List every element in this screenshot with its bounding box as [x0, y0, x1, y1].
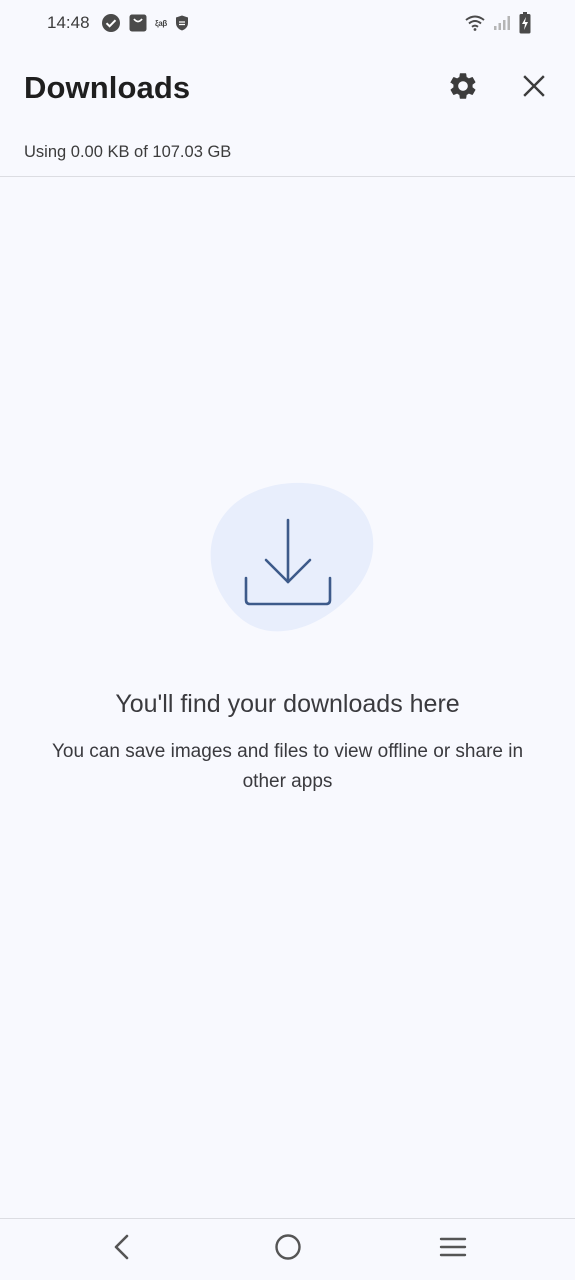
battery-charging-icon — [519, 12, 531, 34]
status-time: 14:48 — [47, 13, 90, 32]
empty-state-subtitle: You can save images and files to view of… — [51, 741, 524, 792]
page-title: Downloads — [24, 70, 191, 105]
recents-icon — [439, 1236, 467, 1263]
settings-button[interactable] — [439, 64, 487, 112]
shopping-bag-icon — [129, 14, 147, 32]
header-divider — [0, 176, 575, 177]
gear-icon — [447, 70, 479, 107]
cell-signal-icon — [493, 15, 511, 31]
back-button[interactable] — [98, 1227, 146, 1271]
empty-state-illustration — [200, 478, 378, 656]
close-button[interactable] — [510, 64, 558, 112]
navigation-bar — [0, 1219, 575, 1280]
app-label-icon: ξaβ — [155, 18, 167, 28]
empty-state-title: You'll find your downloads here — [115, 690, 460, 718]
storage-usage-text: Using 0.00 KB of 107.03 GB — [24, 143, 232, 161]
recents-button[interactable] — [429, 1227, 477, 1271]
notification-icons: ξaβ — [101, 13, 197, 33]
back-icon — [112, 1234, 132, 1265]
wifi-icon — [465, 15, 485, 31]
home-icon — [274, 1233, 302, 1266]
home-button[interactable] — [264, 1227, 312, 1271]
shield-icon — [175, 15, 189, 31]
close-icon — [522, 74, 546, 103]
app-bar: Downloads — [0, 46, 575, 130]
status-bar: 14:48 ξaβ — [0, 0, 575, 46]
downloads-screen: 14:48 ξaβ Downloads Using 0.00 KB of 107… — [0, 0, 575, 1280]
system-status-icons — [457, 12, 531, 34]
check-circle-icon — [101, 13, 121, 33]
